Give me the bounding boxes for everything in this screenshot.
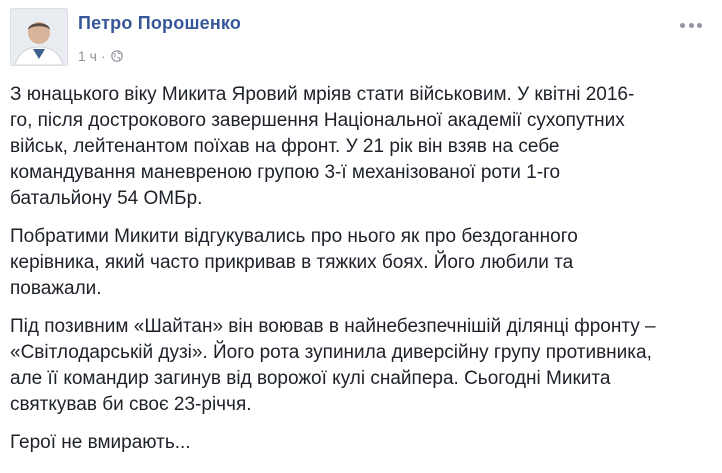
more-dot <box>688 22 694 28</box>
avatar[interactable] <box>10 8 68 66</box>
post-paragraph: З юнацького віку Микита Яровий мріяв ста… <box>10 84 635 209</box>
post-time[interactable]: 1 ч <box>78 48 97 64</box>
post-paragraph: Герої не вмирають... <box>10 432 191 453</box>
facebook-post: Петро Порошенко 1 ч · З юнацького віку М… <box>0 0 722 473</box>
more-options-icon[interactable] <box>680 18 702 32</box>
meta-separator: · <box>100 48 106 64</box>
profile-photo <box>11 9 67 65</box>
author-name[interactable]: Петро Порошенко <box>78 13 241 34</box>
post-paragraph: Побратими Микити відгукувались про нього… <box>10 226 578 299</box>
post-meta: 1 ч · <box>78 48 123 64</box>
more-dot <box>680 22 685 28</box>
post-text: З юнацького віку Микита Яровий мріяв ста… <box>10 82 710 468</box>
more-dot <box>697 22 702 28</box>
post-paragraph: Під позивним «Шайтан» він воював в найне… <box>10 316 656 415</box>
globe-icon[interactable] <box>110 50 123 62</box>
post-header: Петро Порошенко 1 ч · <box>10 8 710 68</box>
